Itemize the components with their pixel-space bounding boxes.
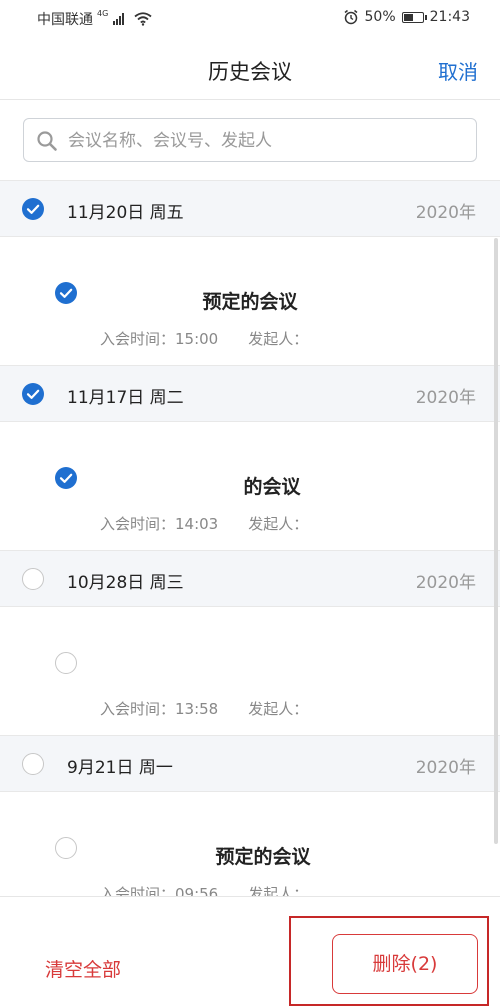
status-left: 中国联通 4G (37, 9, 152, 29)
empty-circle-icon[interactable] (22, 753, 44, 775)
group-date: 11月20日 周五 (67, 203, 184, 223)
meeting-title: 的会议 (243, 476, 301, 498)
clear-all-button[interactable]: 清空全部 (45, 955, 121, 982)
date-group-header[interactable]: 11月20日 周五 2020年 (0, 180, 500, 237)
carrier-label: 中国联通 (37, 12, 93, 28)
date-group-header[interactable]: 9月21日 周一 2020年 (0, 735, 500, 792)
group-year: 2020年 (415, 758, 476, 778)
meeting-title: 预定的会议 (215, 846, 311, 868)
initiator: 发起人： (248, 700, 309, 718)
initiator: 发起人： (248, 330, 309, 348)
delete-button[interactable]: 删除(2) (332, 934, 478, 994)
battery-icon (401, 11, 427, 23)
join-time: 入会时间：14:03 (100, 515, 219, 533)
group-date: 10月28日 周三 (67, 573, 184, 593)
meeting-item[interactable]: 的会议 入会时间：14:03 发起人： (0, 422, 500, 550)
empty-circle-icon[interactable] (55, 652, 77, 674)
meeting-info: 入会时间：13:58 发起人： (100, 698, 308, 719)
clock-time: 21:43 (429, 9, 470, 25)
page-title: 历史会议 (208, 60, 292, 84)
empty-circle-icon[interactable] (22, 568, 44, 590)
status-right: 50% 21:43 (343, 9, 470, 25)
initiator: 发起人： (248, 515, 309, 533)
status-bar: 中国联通 4G 50% 21:43 (0, 0, 500, 36)
meeting-info: 入会时间：14:03 发起人： (100, 513, 308, 534)
search-box[interactable] (23, 118, 477, 163)
group-date: 9月21日 周一 (67, 758, 173, 778)
meeting-info: 入会时间：09:56 发起人： (100, 883, 308, 896)
search-input[interactable] (66, 119, 470, 163)
search-icon (37, 131, 57, 151)
battery-percent: 50% (364, 9, 396, 25)
cancel-button[interactable]: 取消 (438, 56, 478, 85)
group-year: 2020年 (415, 203, 476, 223)
initiator: 发起人： (248, 885, 309, 896)
meeting-item[interactable]: 预定的会议 入会时间：09:56 发起人： (0, 792, 500, 896)
meeting-info: 入会时间：15:00 发起人： (100, 328, 308, 349)
date-group-header[interactable]: 11月17日 周二 2020年 (0, 365, 500, 422)
bottom-action-bar: 清空全部 删除(2) (0, 896, 500, 1007)
signal-bars-icon (113, 13, 125, 25)
checkmark-circle-icon[interactable] (22, 198, 44, 220)
join-time: 入会时间：15:00 (100, 330, 219, 348)
meeting-item[interactable]: 入会时间：13:58 发起人： (0, 607, 500, 735)
join-time: 入会时间：13:58 (100, 700, 219, 718)
date-group-header[interactable]: 10月28日 周三 2020年 (0, 550, 500, 607)
network-type: 4G (97, 8, 109, 18)
join-time: 入会时间：09:56 (100, 885, 219, 896)
group-year: 2020年 (415, 573, 476, 593)
meeting-title: 预定的会议 (202, 291, 298, 313)
group-date: 11月17日 周二 (67, 388, 184, 408)
checkmark-circle-icon[interactable] (22, 383, 44, 405)
navigation-header: 历史会议 取消 (0, 36, 500, 100)
meeting-item[interactable]: 预定的会议 入会时间：15:00 发起人： (0, 237, 500, 365)
group-year: 2020年 (415, 388, 476, 408)
wifi-icon (134, 12, 152, 26)
list-scrollbar[interactable] (494, 238, 498, 844)
meeting-history-list: 11月20日 周五 2020年 预定的会议 入会时间：15:00 发起人： 11月… (0, 180, 500, 896)
alarm-clock-icon (344, 9, 357, 25)
